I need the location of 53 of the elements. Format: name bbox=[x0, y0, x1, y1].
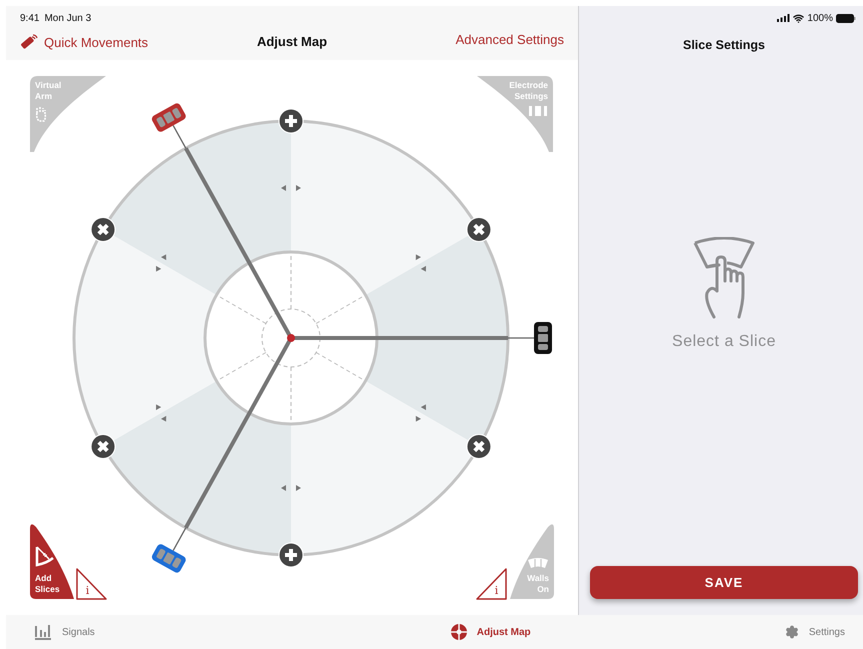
triangle-marker bbox=[156, 266, 162, 272]
triangle-marker bbox=[420, 404, 426, 410]
battery-icon bbox=[836, 14, 856, 22]
electrode-icon bbox=[528, 106, 548, 116]
electrode-handle[interactable] bbox=[534, 322, 552, 354]
quick-movements-link[interactable]: Quick Movements bbox=[20, 34, 148, 50]
triangle-marker bbox=[296, 185, 301, 191]
tab-item[interactable]: Settings bbox=[778, 624, 851, 640]
remove-slice-button[interactable] bbox=[90, 434, 116, 459]
status-time: 9:41 bbox=[20, 12, 40, 24]
triangle-marker bbox=[296, 485, 301, 491]
hand-tap-icon bbox=[693, 237, 755, 319]
triangle-marker bbox=[416, 416, 421, 422]
wall-arc-icon bbox=[527, 557, 549, 569]
corner-label: Virtual Arm bbox=[35, 80, 62, 102]
empty-state-text: Select a Slice bbox=[672, 333, 776, 351]
info-button[interactable]: i bbox=[476, 568, 507, 600]
triangle-marker bbox=[161, 254, 166, 260]
triangle-marker bbox=[161, 416, 166, 422]
triangle-marker bbox=[281, 185, 286, 191]
page-title: Adjust Map bbox=[256, 34, 328, 48]
add-slices-button[interactable]: Add Slices bbox=[30, 523, 74, 599]
battery-percent: 100% bbox=[807, 12, 833, 24]
lead-wire bbox=[508, 337, 534, 339]
signal-icon bbox=[777, 14, 790, 22]
triangle-marker bbox=[281, 485, 286, 491]
panel-title: Slice Settings bbox=[683, 38, 765, 52]
pie-icon bbox=[450, 624, 467, 640]
remove-slice-button[interactable] bbox=[466, 434, 492, 459]
corner-label: Electrode Settings bbox=[508, 80, 548, 102]
triangle-marker bbox=[156, 404, 162, 410]
advanced-settings-link[interactable]: Advanced Settings bbox=[456, 32, 564, 46]
remove-slice-button[interactable] bbox=[466, 217, 492, 242]
corner-label: Walls On bbox=[526, 573, 549, 595]
lead-wire bbox=[172, 527, 186, 551]
remove-slice-button[interactable] bbox=[90, 217, 116, 242]
info-button[interactable]: i bbox=[76, 568, 107, 600]
remote-icon bbox=[20, 34, 38, 50]
bar-chart-icon bbox=[34, 624, 52, 640]
hand-icon bbox=[35, 106, 47, 122]
tab-item[interactable]: Adjust Map bbox=[444, 623, 537, 641]
settings-icon bbox=[784, 625, 799, 639]
center-point bbox=[287, 334, 295, 342]
wifi-icon bbox=[793, 12, 804, 24]
add-slice-button[interactable] bbox=[278, 542, 304, 568]
triangle-marker bbox=[416, 254, 421, 260]
corner-label: Add Slices bbox=[35, 573, 61, 595]
triangle-marker bbox=[420, 266, 426, 272]
save-button[interactable]: SAVE bbox=[590, 566, 858, 599]
tab-item[interactable]: Signals bbox=[28, 623, 101, 641]
status-date: Mon Jun 3 bbox=[44, 12, 92, 24]
lead-wire bbox=[172, 125, 186, 149]
add-slice-button[interactable] bbox=[278, 108, 304, 134]
